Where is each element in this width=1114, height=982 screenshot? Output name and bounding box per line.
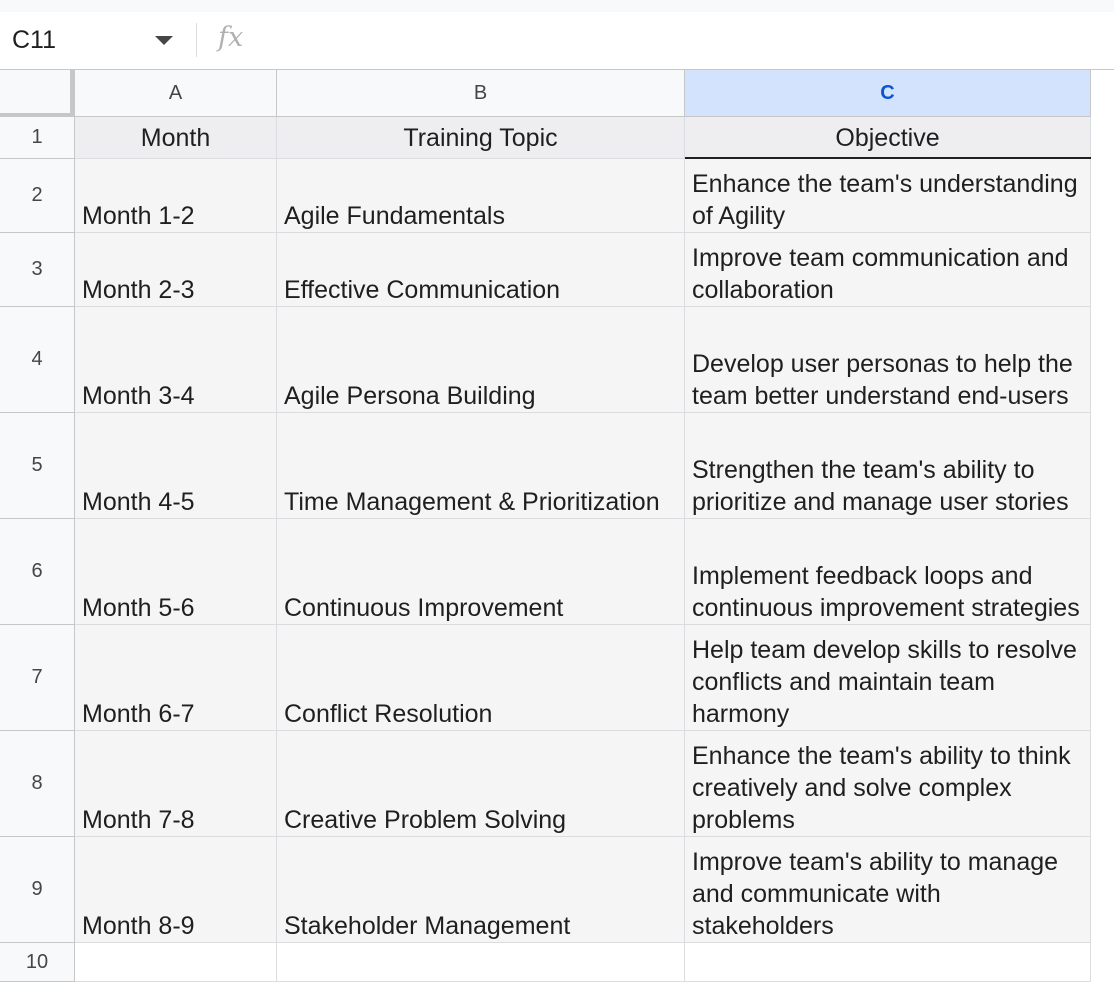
cell-text: Month 5-6 [82,594,195,622]
cell-c7[interactable]: Help team develop skills to resolve conf… [685,625,1091,731]
cell-text: Conflict Resolution [284,700,493,728]
cell-text: Month 7-8 [82,806,195,834]
cell-a3[interactable]: Month 2-3 [75,233,277,307]
cell-a2[interactable]: Month 1-2 [75,159,277,233]
cell-text: Improve team's ability to manage and com… [692,848,1059,940]
select-all-corner[interactable] [0,70,75,117]
cell-c4[interactable]: Develop user personas to help the team b… [685,307,1091,413]
cell-b10[interactable] [277,943,685,982]
cell-reference: C11 [12,25,57,54]
cell-a7[interactable]: Month 6-7 [75,625,277,731]
row-header-6[interactable]: 6 [0,519,75,625]
selection-border [685,157,1091,159]
cell-a10[interactable] [75,943,277,982]
cell-a8[interactable]: Month 7-8 [75,731,277,837]
cell-text: Objective [835,123,940,152]
cell-text: Month 6-7 [82,700,195,728]
cell-b7[interactable]: Conflict Resolution [277,625,685,731]
column-header-c[interactable]: C [685,70,1091,117]
cell-text: Implement feedback loops and continuous … [692,562,1080,622]
cell-c10[interactable] [685,943,1091,982]
divider [196,23,197,57]
cell-text: Enhance the team's understanding of Agil… [692,170,1078,230]
cell-text: Month 2-3 [82,276,195,304]
row-header-10[interactable]: 10 [0,943,75,982]
cell-text: Month 3-4 [82,382,195,410]
cell-b8[interactable]: Creative Problem Solving [277,731,685,837]
formula-input[interactable] [260,12,1110,68]
cell-text: Strengthen the team's ability to priorit… [692,456,1069,516]
cell-text: Agile Persona Building [284,382,536,410]
cell-b3[interactable]: Effective Communication [277,233,685,307]
row-header-2[interactable]: 2 [0,159,75,233]
cell-text: Month 1-2 [82,202,195,230]
row-header-5[interactable]: 5 [0,413,75,519]
cell-text: Stakeholder Management [284,912,571,940]
cell-b1[interactable]: Training Topic [277,117,685,159]
cell-text: Continuous Improvement [284,594,564,622]
cell-a1[interactable]: Month [75,117,277,159]
cell-text: Enhance the team's ability to think crea… [692,742,1071,834]
cell-text: Agile Fundamentals [284,202,505,230]
column-header-b[interactable]: B [277,70,685,117]
chevron-down-icon[interactable] [155,36,173,45]
spreadsheet-grid: A B C 1 Month Training Topic Objective 2… [0,70,1114,982]
cell-b2[interactable]: Agile Fundamentals [277,159,685,233]
row-header-3[interactable]: 3 [0,233,75,307]
grid-gutter [1091,117,1114,982]
cell-c3[interactable]: Improve team communication and collabora… [685,233,1091,307]
row-header-8[interactable]: 8 [0,731,75,837]
cell-text: Month [140,123,211,152]
row-header-7[interactable]: 7 [0,625,75,731]
cell-b4[interactable]: Agile Persona Building [277,307,685,413]
cell-text: Develop user personas to help the team b… [692,350,1073,410]
cell-a4[interactable]: Month 3-4 [75,307,277,413]
cell-c2[interactable]: Enhance the team's understanding of Agil… [685,159,1091,233]
cell-c1[interactable]: Objective [685,117,1091,159]
cell-text: Time Management & Prioritization [284,488,660,516]
cell-c9[interactable]: Improve team's ability to manage and com… [685,837,1091,943]
formula-bar: C11 fx [0,12,1114,70]
cell-a5[interactable]: Month 4-5 [75,413,277,519]
cell-text: Help team develop skills to resolve conf… [692,636,1077,728]
cell-text: Month 8-9 [82,912,195,940]
row-header-1[interactable]: 1 [0,117,75,159]
cell-a9[interactable]: Month 8-9 [75,837,277,943]
cell-b6[interactable]: Continuous Improvement [277,519,685,625]
column-header-a[interactable]: A [75,70,277,117]
row-header-4[interactable]: 4 [0,307,75,413]
cell-c8[interactable]: Enhance the team's ability to think crea… [685,731,1091,837]
fx-icon: fx [218,22,244,53]
cell-text: Effective Communication [284,276,561,304]
top-strip [0,0,1114,12]
cell-text: Improve team communication and collabora… [692,244,1069,304]
cell-text: Month 4-5 [82,488,195,516]
cell-b5[interactable]: Time Management & Prioritization [277,413,685,519]
cell-a6[interactable]: Month 5-6 [75,519,277,625]
cell-c5[interactable]: Strengthen the team's ability to priorit… [685,413,1091,519]
cell-c6[interactable]: Implement feedback loops and continuous … [685,519,1091,625]
cell-text: Training Topic [403,123,558,152]
cell-b9[interactable]: Stakeholder Management [277,837,685,943]
cell-text: Creative Problem Solving [284,806,567,834]
row-header-9[interactable]: 9 [0,837,75,943]
